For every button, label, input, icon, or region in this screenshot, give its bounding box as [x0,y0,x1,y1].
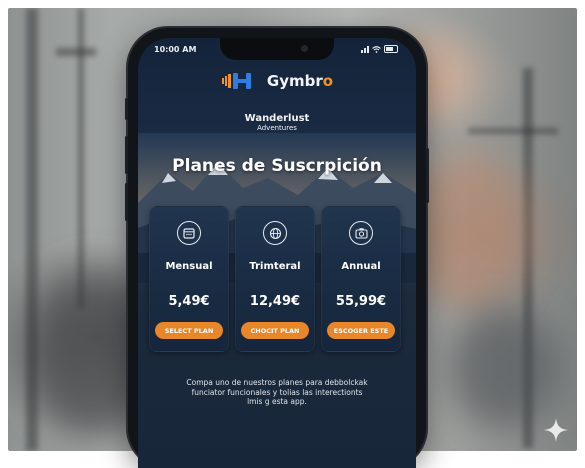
plan-name: Annual [341,261,381,272]
power-button [426,148,429,203]
smartphone: 10:00 AM Gymbro Wanderlust Adventures Pl… [125,28,429,468]
footer-description: Compa uno de nuestros planes para debbol… [162,378,392,407]
globe-icon [263,221,287,245]
plan-card-annual: Annual 55,99€ ESCOGER ESTE [321,206,401,352]
status-bar: 10:00 AM [138,44,416,58]
wifi-icon [372,45,381,53]
plan-name: Mensual [165,261,213,272]
battery-icon [384,45,398,53]
footer-line1: Compa uno de nuestros planes para debbol… [186,378,368,387]
select-plan-button[interactable]: SELECT PLAN [155,322,223,339]
calendar-icon [177,221,201,245]
status-time: 10:00 AM [154,45,197,54]
plan-card-quarterly: Trimteral 12,49€ CHOCIT PLAN [235,206,315,352]
plan-price: 55,99€ [335,294,387,309]
choose-this-plan-button[interactable]: ESCOGER ESTE [327,322,395,339]
camera-icon [349,221,373,245]
sparkle-icon [544,418,568,442]
hero-line1: Wanderlust [244,113,310,124]
app-name: Gymbro [266,72,334,90]
plan-price: 5,49€ [168,294,210,309]
app-header-logo: Gymbro [138,70,416,92]
plan-card-monthly: Mensual 5,49€ SELECT PLAN [149,206,229,352]
footer-line3: lmis g esta app. [247,397,307,406]
signal-icon [361,45,369,53]
mute-switch [125,98,128,120]
volume-up-button [125,136,128,174]
hero-line2: Adventures [257,124,297,132]
gymbro-logo-icon [221,73,251,89]
page-title: Planes de Suscrpición [172,156,382,176]
hero-brand-text: Wanderlust Adventures [138,113,416,132]
plan-name: Trimteral [249,261,301,272]
app-screen: 10:00 AM Gymbro Wanderlust Adventures Pl… [138,38,416,468]
volume-down-button [125,183,128,221]
footer-line2: funciator funcionales y tolias las inter… [191,387,363,397]
choose-plan-button[interactable]: CHOCIT PLAN [241,322,309,339]
plan-price: 12,49€ [249,294,301,309]
